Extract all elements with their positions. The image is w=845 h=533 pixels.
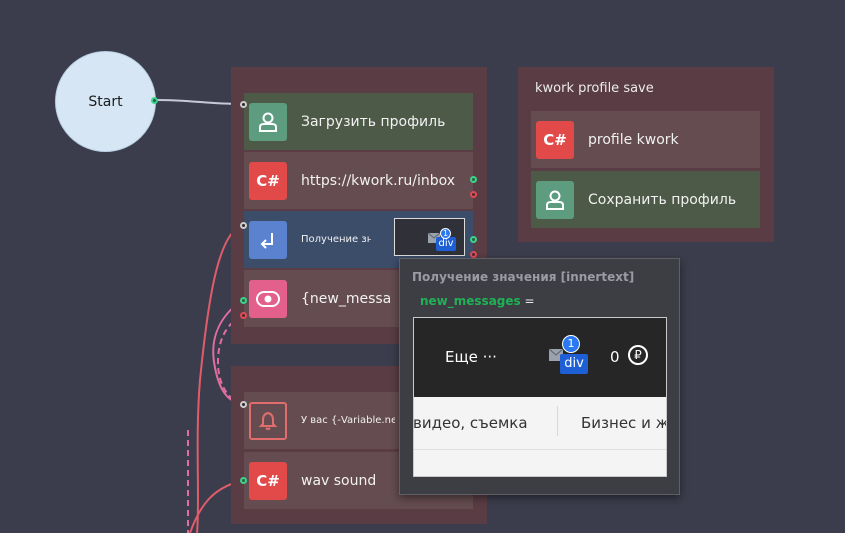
input-port[interactable] [240,297,247,304]
div-badge: div [560,354,588,374]
ruble-icon: ₽ [628,345,648,365]
block-label: У вас {-Variable.new_mess… новых сообщен… [301,415,395,426]
input-port[interactable] [240,401,247,408]
variable-name: new_messages [420,294,521,308]
element-preview-image: Еще ··· div 1 0 ₽ видео, съемка Бизнес и… [413,317,667,477]
balance-value: 0 [610,348,620,366]
user-icon [249,102,287,141]
count-badge: 1 [562,335,580,353]
group-title: kwork profile save [535,81,654,96]
start-output-port[interactable] [151,97,158,104]
element-screenshot-thumbnail[interactable]: div 1 [394,218,465,256]
bell-icon [249,401,287,440]
block-label: profile kwork [588,131,679,148]
start-label: Start [88,93,123,110]
category-business: Бизнес и ж [581,414,667,432]
block-label: {new_messag [301,290,391,307]
input-port[interactable] [240,101,247,108]
category-video: видео, съемка [413,414,528,432]
input-port[interactable] [240,477,247,484]
success-port[interactable] [470,176,477,183]
toggle-icon [249,279,287,318]
error-port[interactable] [240,312,247,319]
count-badge: 1 [440,228,451,239]
equals-sign: = [524,294,535,308]
csharp-icon: C# [249,161,287,200]
block-save-profile[interactable]: Сохранить профиль [531,171,760,228]
input-port[interactable] [240,222,247,229]
block-kwork-inbox[interactable]: C# https://kwork.ru/inbox [244,152,473,209]
tooltip-variable: new_messages = [420,294,535,308]
block-label: wav sound [301,472,377,489]
block-profile-kwork[interactable]: C# profile kwork [531,111,760,168]
preview-more-text: Еще ··· [445,348,497,366]
start-node[interactable]: Start [55,51,156,152]
div-badge: div [436,237,456,251]
block-label: Получение значения [innertext] [301,234,371,245]
user-icon [536,180,574,219]
success-port[interactable] [470,236,477,243]
block-label: Загрузить профиль [301,113,446,130]
csharp-icon: C# [536,120,574,159]
value-tooltip: Получение значения [innertext] new_messa… [399,258,680,495]
block-load-profile[interactable]: Загрузить профиль [244,93,473,150]
workflow-canvas[interactable]: Start Загрузить профиль C# https://kwork… [0,0,845,533]
block-label: Сохранить профиль [588,191,737,208]
error-port[interactable] [470,191,477,198]
block-label: https://kwork.ru/inbox [301,172,456,189]
error-port[interactable] [470,251,477,258]
tooltip-title: Получение значения [innertext] [412,270,635,284]
arrow-return-icon [249,220,287,259]
csharp-icon: C# [249,461,287,500]
